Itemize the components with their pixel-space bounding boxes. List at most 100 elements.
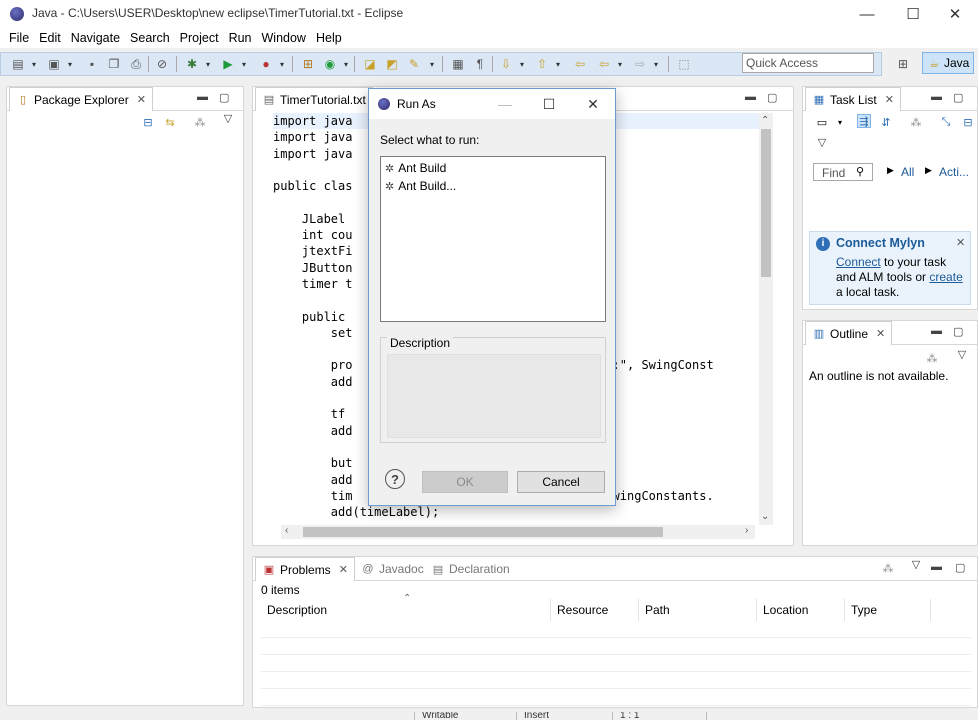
dialog-close-button[interactable]: ✕ [571, 89, 615, 119]
column-location[interactable]: Location [757, 599, 845, 621]
activate-link[interactable]: Acti... [939, 165, 969, 179]
scroll-right-icon[interactable]: › [745, 525, 748, 536]
collapse-all-icon[interactable]: ⊟ [141, 115, 155, 129]
save-icon[interactable]: ▪ [84, 56, 100, 72]
menu-edit[interactable]: Edit [34, 31, 66, 45]
run-icon[interactable]: ▶ [220, 56, 236, 72]
dialog-minimize-button[interactable]: — [483, 89, 527, 119]
focus-icon[interactable]: ⁂ [881, 561, 895, 575]
search-dropdown-icon[interactable]: ▾ [428, 58, 436, 70]
minimize-view-icon[interactable]: ▬ [931, 91, 942, 103]
open-folder-icon[interactable]: ◩ [384, 56, 400, 72]
link-with-editor-icon[interactable]: ⇆ [163, 115, 177, 129]
cancel-button[interactable]: Cancel [517, 471, 605, 493]
focus-on-task-icon[interactable]: ⁂ [193, 115, 207, 129]
focus-icon[interactable]: ⁂ [925, 351, 939, 365]
tab-declaration[interactable]: ▤ Declaration [425, 557, 516, 581]
print-icon[interactable]: ⎙ [128, 56, 144, 72]
categorized-icon[interactable]: ⇶ [857, 114, 871, 128]
tab-problems[interactable]: ▣ Problems ✕ [255, 557, 355, 581]
help-icon[interactable]: ? [385, 469, 405, 489]
column-type[interactable]: Type [845, 599, 931, 621]
back-icon[interactable]: ⇦ [596, 56, 612, 72]
column-resource[interactable]: Resource [551, 599, 639, 621]
new-icon[interactable]: ▤ [10, 56, 26, 72]
view-menu-icon[interactable]: ▽ [909, 557, 923, 571]
minimize-view-icon[interactable]: ▬ [197, 91, 208, 103]
new-task-icon[interactable]: ▭ [815, 115, 829, 129]
hide-completed-icon[interactable]: ⤡ [939, 115, 953, 129]
close-tab-icon[interactable]: ✕ [876, 327, 885, 340]
ok-button[interactable]: OK [422, 471, 508, 493]
scroll-down-icon[interactable]: ⌄ [761, 511, 769, 522]
maximize-editor-icon[interactable]: ▢ [767, 91, 777, 104]
tab-javadoc[interactable]: @ Javadoc [355, 557, 430, 581]
debug-dropdown-icon[interactable]: ▾ [204, 58, 212, 70]
vertical-scroll-thumb[interactable] [761, 129, 771, 277]
menu-window[interactable]: Window [257, 31, 311, 45]
tab-outline[interactable]: ▥ Outline ✕ [805, 321, 893, 345]
scheduled-icon[interactable]: ⇵ [879, 115, 893, 129]
view-menu-icon[interactable]: ▽ [221, 111, 235, 125]
new-java-package-icon[interactable]: ⊞ [300, 56, 316, 72]
last-edit-icon[interactable]: ⇦ [572, 56, 588, 72]
open-perspective-icon[interactable]: ⊞ [894, 55, 912, 73]
previous-annotation-icon[interactable]: ⇧ [534, 56, 550, 72]
close-button[interactable]: ✕ [932, 0, 978, 28]
menu-navigate[interactable]: Navigate [66, 31, 125, 45]
external-tools-icon[interactable]: ● [258, 56, 274, 72]
collapse-all-icon[interactable]: ⊟ [961, 115, 975, 129]
minimize-view-icon[interactable]: ▬ [931, 561, 942, 573]
horizontal-scroll-thumb[interactable] [303, 527, 663, 537]
open-type-icon[interactable]: ◪ [362, 56, 378, 72]
maximize-view-icon[interactable]: ▢ [955, 561, 965, 574]
new-class-dropdown-icon[interactable]: ▾ [342, 58, 350, 70]
close-mylyn-icon[interactable]: ✕ [956, 236, 965, 251]
pin-editor-icon[interactable]: ⬚ [676, 56, 692, 72]
close-tab-icon[interactable]: ✕ [339, 563, 348, 576]
new-project-icon[interactable]: ▣ [46, 56, 62, 72]
external-tools-dropdown-icon[interactable]: ▾ [278, 58, 286, 70]
maximize-button[interactable]: ☐ [890, 0, 936, 28]
next-annotation-dropdown-icon[interactable]: ▾ [518, 58, 526, 70]
run-dropdown-icon[interactable]: ▾ [240, 58, 248, 70]
dialog-maximize-button[interactable]: ☐ [527, 89, 571, 119]
focus-workweek-icon[interactable]: ⁂ [909, 115, 923, 129]
view-menu-icon[interactable]: ▽ [815, 135, 829, 149]
close-tab-icon[interactable]: ✕ [137, 93, 146, 106]
tab-package-explorer[interactable]: ▯ Package Explorer ✕ [9, 87, 153, 111]
search-icon[interactable]: ✎ [406, 56, 422, 72]
show-whitespace-icon[interactable]: ¶ [472, 56, 488, 72]
create-link[interactable]: create [929, 270, 962, 284]
back-dropdown-icon[interactable]: ▾ [616, 58, 624, 70]
quick-access-input[interactable]: Quick Access [742, 53, 874, 73]
new-java-class-icon[interactable]: ◉ [322, 56, 338, 72]
save-all-icon[interactable]: ❐ [106, 56, 122, 72]
scroll-up-icon[interactable]: ⌃ [761, 115, 769, 126]
new-dropdown-icon[interactable]: ▾ [30, 58, 38, 70]
view-menu-icon[interactable]: ▽ [955, 347, 969, 361]
run-target-list[interactable]: ✲ Ant Build ✲ Ant Build... [380, 156, 606, 322]
column-path[interactable]: Path [639, 599, 757, 621]
toggle-mark-icon[interactable]: ▦ [450, 56, 466, 72]
forward-icon[interactable]: ⇨ [632, 56, 648, 72]
next-annotation-icon[interactable]: ⇩ [498, 56, 514, 72]
all-link[interactable]: All [901, 165, 914, 179]
debug-icon[interactable]: ✱ [184, 56, 200, 72]
maximize-view-icon[interactable]: ▢ [953, 325, 963, 338]
new-task-dropdown-icon[interactable]: ▾ [833, 115, 847, 129]
previous-annotation-dropdown-icon[interactable]: ▾ [554, 58, 562, 70]
menu-search[interactable]: Search [125, 31, 175, 45]
minimize-button[interactable]: — [844, 0, 890, 28]
minimize-view-icon[interactable]: ▬ [931, 325, 942, 337]
connect-link[interactable]: Connect [836, 255, 881, 269]
maximize-view-icon[interactable]: ▢ [219, 91, 229, 104]
java-perspective-button[interactable]: ☕ Java [922, 52, 974, 74]
forward-dropdown-icon[interactable]: ▾ [652, 58, 660, 70]
menu-file[interactable]: File [4, 31, 34, 45]
menu-help[interactable]: Help [311, 31, 347, 45]
minimize-editor-icon[interactable]: ▬ [745, 91, 756, 103]
list-item-ant-build-dialog[interactable]: ✲ Ant Build... [385, 177, 601, 195]
new-project-dropdown-icon[interactable]: ▾ [66, 58, 74, 70]
menu-run[interactable]: Run [224, 31, 257, 45]
